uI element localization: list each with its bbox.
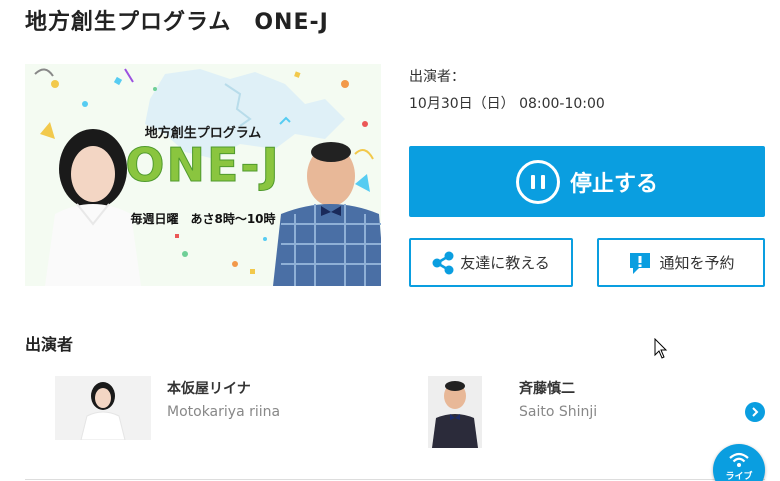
stop-button[interactable]: 停止する (409, 146, 765, 217)
cast-name-romanized: Saito Shinji (519, 404, 598, 420)
share-button[interactable]: 友達に教える (409, 238, 573, 287)
broadcast-time: 10月30日（日） 08:00-10:00 (409, 96, 605, 112)
stop-button-label: 停止する (569, 171, 658, 197)
live-button[interactable]: ライブ (713, 444, 765, 481)
notification-icon (630, 252, 651, 274)
hero-schedule: 毎週日曜 あさ8時～10時 (130, 212, 276, 226)
pause-circle-icon (515, 159, 560, 204)
notify-button-label: 通知を予約 (659, 254, 735, 272)
page-title: 地方創生プログラム ONE-J (25, 10, 329, 35)
program-hero-image: 地方創生プログラム ONE-J 毎週日曜 あさ8時～10時 (25, 64, 381, 286)
cast-name: 斉藤慎二 (519, 381, 575, 397)
cast-name: 本仮屋リイナ (167, 381, 251, 397)
hero-logo: ONE-J (125, 138, 281, 193)
cast-name-romanized: Motokariya riina (167, 404, 281, 420)
cast-section-heading: 出演者 (25, 335, 74, 354)
performers-label: 出演者： (409, 69, 465, 85)
share-icon (432, 251, 454, 274)
wifi-icon (729, 452, 749, 467)
cast-photo (428, 376, 482, 448)
share-button-label: 友達に教える (460, 254, 550, 272)
next-cast-button[interactable] (745, 402, 765, 422)
chevron-right-icon (752, 407, 759, 417)
mouse-cursor-icon (654, 338, 668, 359)
section-divider (25, 479, 765, 480)
notify-button[interactable]: 通知を予約 (597, 238, 765, 287)
live-button-label: ライブ (725, 472, 753, 481)
cast-photo (55, 376, 151, 440)
